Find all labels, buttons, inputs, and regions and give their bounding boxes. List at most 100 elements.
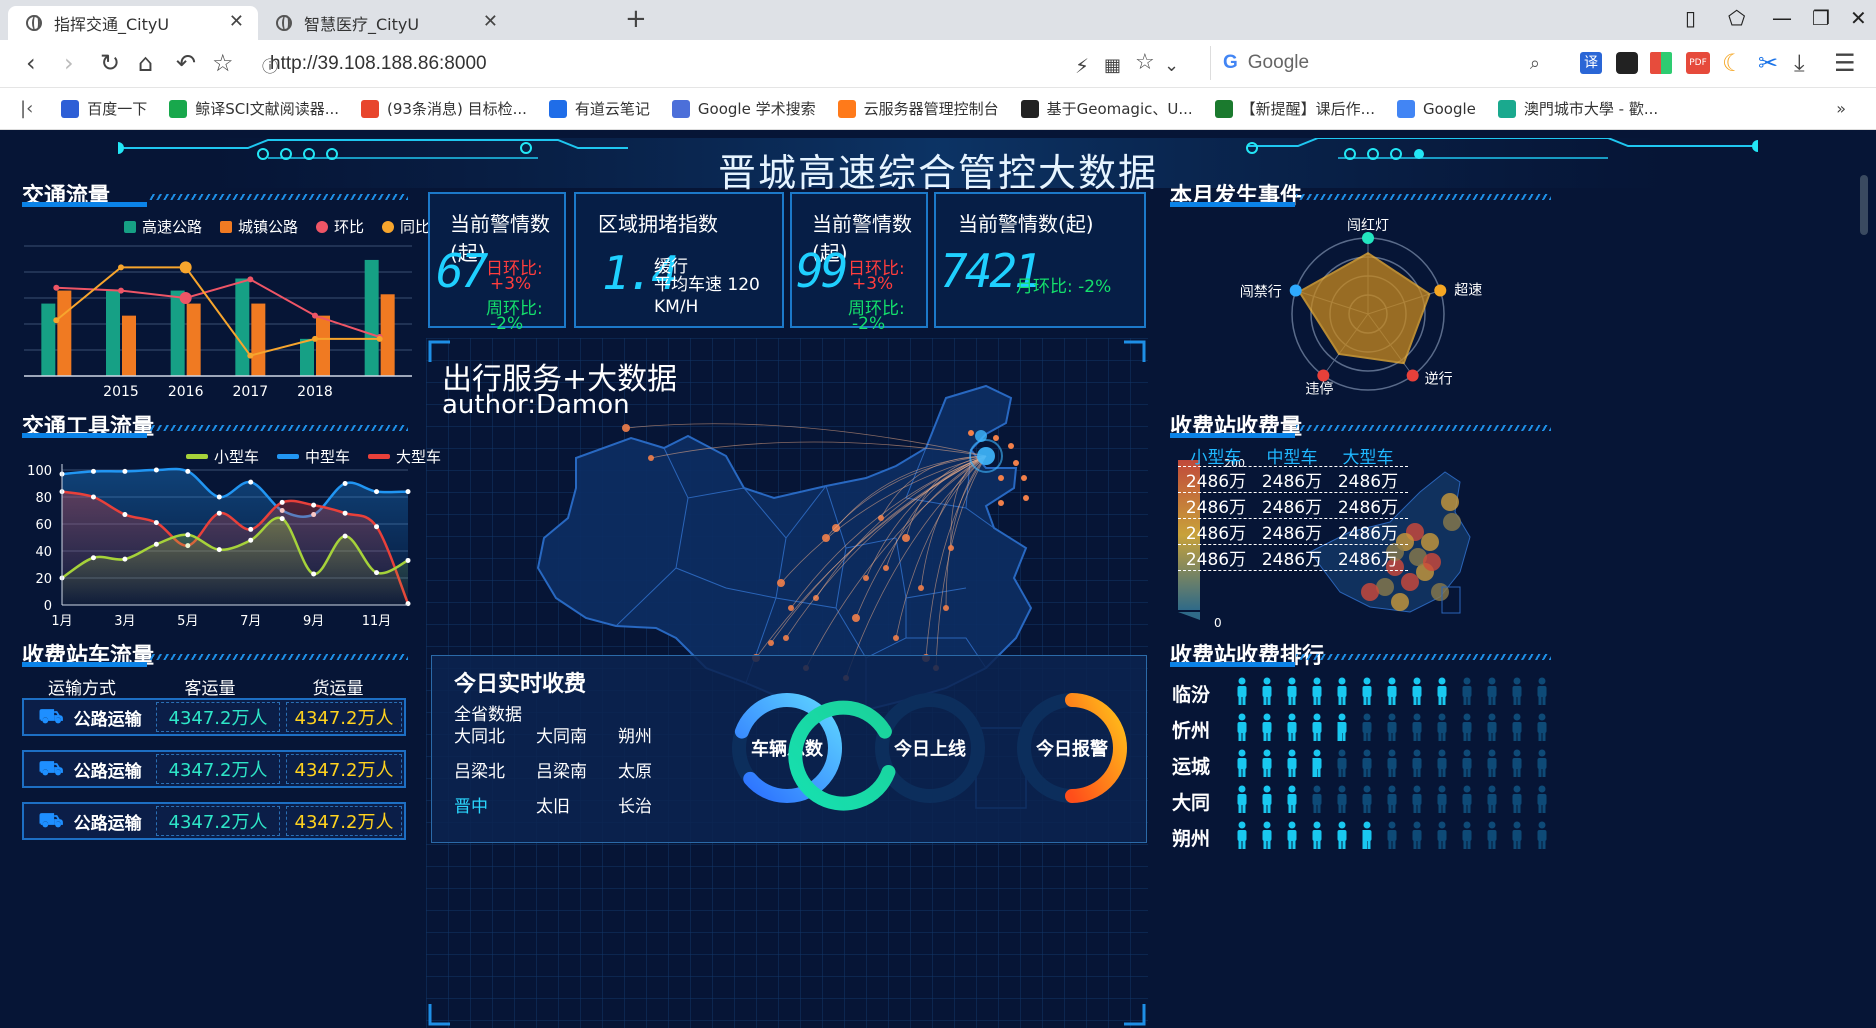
table-row[interactable]: 2486万 2486万 2486万 (1178, 545, 1408, 571)
download-icon[interactable]: ⤓ (1794, 49, 1805, 77)
star-icon[interactable]: ☆ (212, 49, 234, 77)
leg (1242, 696, 1246, 705)
body (1512, 686, 1522, 697)
table-row[interactable]: 2486万 2486万 2486万 (1178, 493, 1408, 519)
person-icon (1362, 749, 1372, 777)
table-cell: 2486万 (1261, 524, 1323, 544)
section-dash-decoration (148, 425, 408, 431)
bookmark-item[interactable]: 【新提醒】课后作... (1214, 98, 1375, 119)
person-icon (1337, 785, 1347, 813)
leg (1292, 804, 1296, 813)
tab-medical[interactable]: 智慧医疗_CityU ✕ (258, 6, 598, 40)
forward-icon[interactable]: › (64, 49, 74, 77)
city-point (1013, 460, 1019, 466)
body (1287, 686, 1297, 697)
bookmark-item[interactable]: (93条消息) 目标检... (361, 98, 527, 119)
head (1338, 749, 1346, 757)
minimize-button[interactable]: — (1772, 6, 1792, 30)
grid-icon[interactable]: ▦ (1104, 52, 1121, 80)
section-underline (1170, 433, 1295, 438)
flash-icon[interactable]: ⚡ (1075, 52, 1089, 80)
scrollbar-thumb[interactable] (1860, 175, 1868, 235)
reload-icon[interactable]: ↻ (100, 49, 120, 77)
station-name[interactable]: 大同北 (454, 722, 536, 747)
station-name[interactable]: 晋中 (454, 792, 536, 817)
pdf-icon[interactable]: PDF (1686, 52, 1710, 74)
leg (1467, 732, 1471, 741)
leg (1242, 840, 1246, 849)
head (1488, 821, 1496, 829)
legend-item[interactable]: 同比 (382, 216, 430, 237)
table-row[interactable]: ⛟ 公路运输 4347.2万人 4347.2万人 (22, 698, 406, 736)
bookmark-item[interactable]: 基于Geomagic、U... (1020, 98, 1193, 119)
x-tick-label: 5月 (177, 614, 198, 629)
day-ratio-value: +3% (490, 274, 532, 294)
home-icon[interactable]: ⌂ (138, 49, 153, 77)
tab-list-icon[interactable]: ▯ (1685, 6, 1696, 30)
close-tab-icon[interactable]: ✕ (483, 11, 498, 32)
station-name[interactable]: 吕梁南 (536, 757, 618, 782)
body (1487, 722, 1497, 733)
bookmark-label: Google (1422, 99, 1476, 118)
station-name[interactable]: 朔州 (618, 722, 700, 747)
bookmark-label: 有道云笔记 (574, 100, 650, 118)
bookmark-item[interactable]: Google 学术搜索 (671, 98, 816, 119)
station-name[interactable]: 大同南 (536, 722, 618, 747)
bookmark-item[interactable]: 有道云笔记 (548, 98, 650, 119)
bookmark-item[interactable]: 云服务器管理控制台 (837, 98, 999, 119)
table-cell: 2486万 (1185, 550, 1247, 570)
person-icon (1262, 713, 1272, 741)
table-row[interactable]: 2486万 2486万 2486万 (1178, 467, 1408, 493)
bookmark-item[interactable]: 百度一下 (61, 98, 147, 119)
translate-icon[interactable]: 译 (1580, 52, 1602, 74)
leg (1492, 696, 1496, 705)
line-point (90, 555, 96, 561)
bookmark-item[interactable]: 澳門城市大學 - 歡... (1497, 98, 1658, 119)
person-icon (1287, 713, 1297, 741)
table-row[interactable]: 2486万 2486万 2486万 (1178, 519, 1408, 545)
body (1412, 794, 1422, 805)
close-tab-icon[interactable]: ✕ (229, 11, 244, 32)
bookmark-item[interactable]: Google (1396, 98, 1476, 119)
new-tab-button[interactable]: + (625, 4, 647, 34)
extension-dark-icon[interactable] (1616, 52, 1638, 74)
url-input[interactable]: http://39.108.188.86:8000 (270, 53, 487, 75)
table-row[interactable]: ⛟ 公路运输 4347.2万人 4347.2万人 (22, 802, 406, 840)
menu-icon[interactable]: ☰ (1834, 49, 1856, 77)
station-name[interactable]: 吕梁北 (454, 757, 536, 782)
leg (1317, 804, 1321, 813)
leg (1288, 804, 1292, 813)
head (1438, 713, 1446, 721)
search-input[interactable]: G Google ⌕ (1210, 46, 1560, 80)
line-point (376, 335, 383, 342)
tab-traffic[interactable]: 指挥交通_CityU ✕ (8, 6, 258, 40)
map-author: author:Damon (442, 390, 630, 420)
table-row[interactable]: ⛟ 公路运输 4347.2万人 4347.2万人 (22, 750, 406, 788)
bookmark-item[interactable]: 鲸译SCI文献阅读器... (169, 98, 339, 119)
station-name[interactable]: 太旧 (536, 792, 618, 817)
body (1237, 686, 1247, 697)
body (1437, 794, 1447, 805)
favorite-icon[interactable]: ☆ (1135, 49, 1155, 77)
person-icon (1337, 749, 1347, 777)
search-icon[interactable]: ⌕ (1530, 53, 1540, 74)
undo-icon[interactable]: ↶ (176, 49, 196, 77)
extension-icon[interactable]: ⬠ (1728, 6, 1745, 30)
scissors-icon[interactable]: ✂ (1758, 49, 1778, 77)
head (1313, 821, 1321, 829)
heat-point (1361, 583, 1379, 601)
maximize-button[interactable]: ❐ (1812, 6, 1830, 30)
legend-item[interactable]: 高速公路 (124, 216, 202, 237)
moon-icon[interactable]: ☾ (1722, 49, 1744, 77)
chevron-down-icon[interactable]: ⌄ (1164, 52, 1179, 80)
sidebar-toggle-icon[interactable]: |‹ (20, 98, 33, 119)
back-icon[interactable]: ‹ (26, 49, 36, 77)
legend-item[interactable]: 城镇公路 (220, 216, 298, 237)
station-name[interactable]: 太原 (618, 757, 700, 782)
station-name[interactable]: 长治 (618, 792, 700, 817)
close-window-button[interactable]: ✕ (1850, 6, 1867, 30)
apps-icon[interactable] (1650, 52, 1672, 74)
more-bookmarks-icon[interactable]: » (1836, 99, 1846, 118)
line-point (374, 489, 380, 495)
legend-item[interactable]: 环比 (316, 216, 364, 237)
